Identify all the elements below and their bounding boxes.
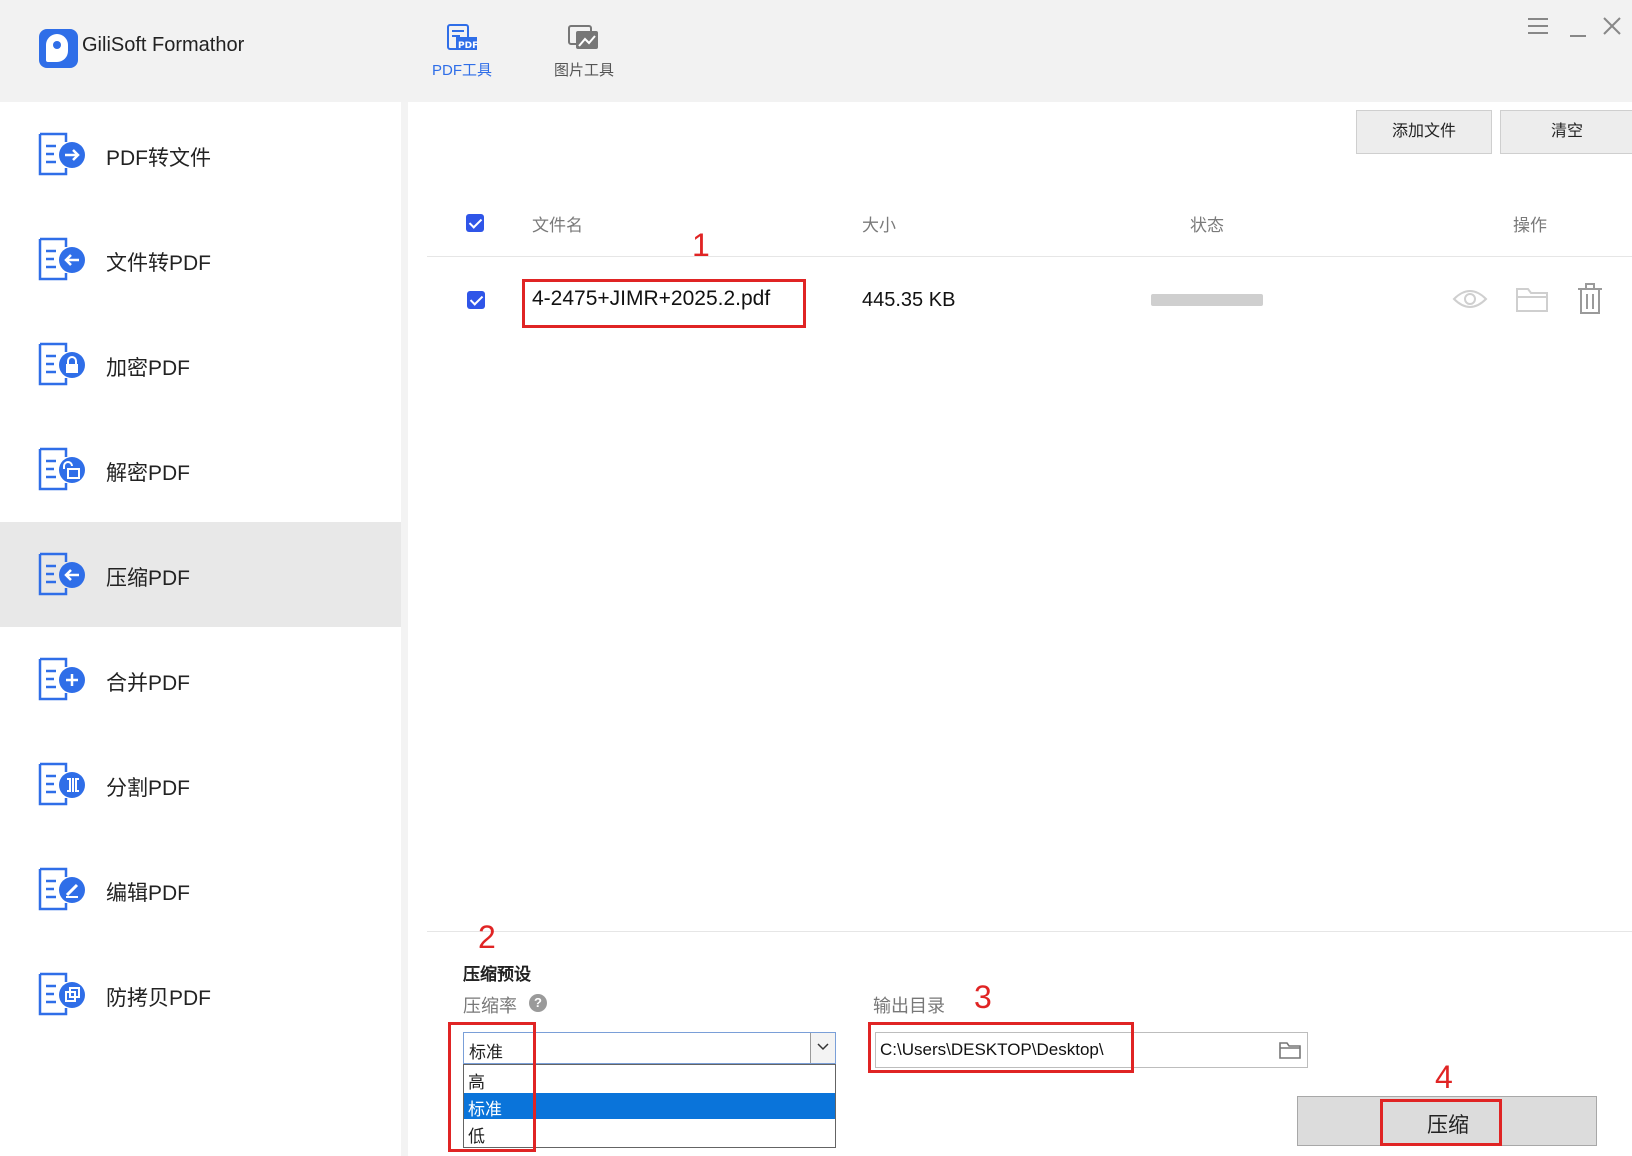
select-all-checkbox[interactable] xyxy=(466,214,484,232)
sidebar-item-label: 合并PDF xyxy=(106,672,190,695)
annotation-box-3 xyxy=(868,1022,1134,1073)
sidebar-item-merge-pdf[interactable]: 合并PDF xyxy=(0,627,401,732)
sidebar-item-label: 防拷贝PDF xyxy=(106,987,211,1010)
sidebar-item-label: 加密PDF xyxy=(106,357,190,380)
folder-icon[interactable] xyxy=(1515,285,1549,313)
file-to-pdf-icon xyxy=(38,237,85,281)
eye-icon[interactable] xyxy=(1452,286,1488,312)
pdf-tool-icon: PDF xyxy=(447,24,478,51)
sidebar-item-decrypt-pdf[interactable]: 解密PDF xyxy=(0,417,401,522)
column-header-status: 状态 xyxy=(1190,216,1224,235)
column-header-size: 大小 xyxy=(862,216,896,235)
image-tool-icon xyxy=(568,25,598,49)
annotation-number-2: 2 xyxy=(478,919,496,955)
merge-pdf-icon xyxy=(38,657,85,701)
output-dir-label: 输出目录 xyxy=(873,996,945,1016)
split-pdf-icon xyxy=(38,762,85,806)
annotation-box-2 xyxy=(448,1022,536,1152)
sidebar: PDF转文件 文件转PDF 加密PDF 解密PDF 压缩PDF 合并PDF 分割… xyxy=(0,102,401,1156)
annotation-number-3: 3 xyxy=(974,979,992,1015)
edit-pdf-icon xyxy=(38,867,85,911)
sidebar-item-label: PDF转文件 xyxy=(106,147,211,170)
compress-rate-label: 压缩率 xyxy=(463,996,517,1016)
sidebar-item-split-pdf[interactable]: 分割PDF xyxy=(0,732,401,837)
annotation-box-1 xyxy=(522,279,806,328)
column-header-actions: 操作 xyxy=(1513,216,1547,235)
annotation-number-1: 1 xyxy=(692,227,710,263)
compress-pdf-icon xyxy=(38,552,85,596)
status-progress-bar xyxy=(1151,294,1263,306)
encrypt-pdf-icon xyxy=(38,342,85,386)
close-button[interactable] xyxy=(1596,10,1628,42)
sidebar-item-label: 编辑PDF xyxy=(106,882,190,905)
add-file-button[interactable]: 添加文件 xyxy=(1356,110,1492,154)
bottom-panel-divider xyxy=(427,931,1632,932)
file-size: 445.35 KB xyxy=(862,289,956,311)
title-bar: GiliSoft Formathor PDF PDF工具 图片工具 xyxy=(0,0,1632,102)
sidebar-item-encrypt-pdf[interactable]: 加密PDF xyxy=(0,312,401,417)
tab-image-tools-label: 图片工具 xyxy=(553,62,614,79)
app-logo-icon xyxy=(39,29,78,68)
svg-text:PDF: PDF xyxy=(458,41,478,51)
copy-protect-pdf-icon xyxy=(38,972,85,1016)
select-dropdown-button[interactable] xyxy=(810,1033,835,1063)
sidebar-item-compress-pdf[interactable]: 压缩PDF xyxy=(0,522,401,627)
sidebar-item-label: 文件转PDF xyxy=(106,252,211,275)
minimize-icon xyxy=(1570,35,1586,37)
menu-button[interactable] xyxy=(1522,10,1554,42)
decrypt-pdf-icon xyxy=(38,447,85,491)
app-title: GiliSoft Formathor xyxy=(82,34,245,56)
sidebar-item-label: 解密PDF xyxy=(106,462,190,485)
sidebar-item-label: 分割PDF xyxy=(106,777,190,800)
clear-button[interactable]: 清空 xyxy=(1500,110,1632,154)
trash-icon[interactable] xyxy=(1576,283,1604,315)
chevron-down-icon xyxy=(817,1043,829,1051)
tab-pdf-tools-label: PDF工具 xyxy=(431,62,492,79)
sidebar-item-label: 压缩PDF xyxy=(106,567,190,590)
tab-image-tools[interactable]: 图片工具 xyxy=(534,22,634,82)
sidebar-item-file-to-pdf[interactable]: 文件转PDF xyxy=(0,207,401,312)
folder-browse-icon[interactable] xyxy=(1279,1041,1301,1059)
minimize-button[interactable] xyxy=(1562,10,1594,42)
pdf-to-file-icon xyxy=(38,132,85,176)
column-header-filename: 文件名 xyxy=(532,216,583,235)
row-checkbox[interactable] xyxy=(467,291,485,309)
compress-preset-title: 压缩预设 xyxy=(463,965,531,984)
annotation-box-4 xyxy=(1380,1099,1502,1146)
tab-pdf-tools[interactable]: PDF PDF工具 xyxy=(412,22,512,82)
menu-icon xyxy=(1528,18,1548,34)
sidebar-item-copy-protect-pdf[interactable]: 防拷贝PDF xyxy=(0,942,401,1047)
sidebar-divider xyxy=(401,102,408,1156)
sidebar-item-edit-pdf[interactable]: 编辑PDF xyxy=(0,837,401,942)
sidebar-item-pdf-to-file[interactable]: PDF转文件 xyxy=(0,102,401,207)
header-divider xyxy=(427,256,1632,257)
help-icon[interactable]: ? xyxy=(529,994,547,1012)
annotation-number-4: 4 xyxy=(1435,1059,1453,1095)
close-icon xyxy=(1603,17,1621,35)
